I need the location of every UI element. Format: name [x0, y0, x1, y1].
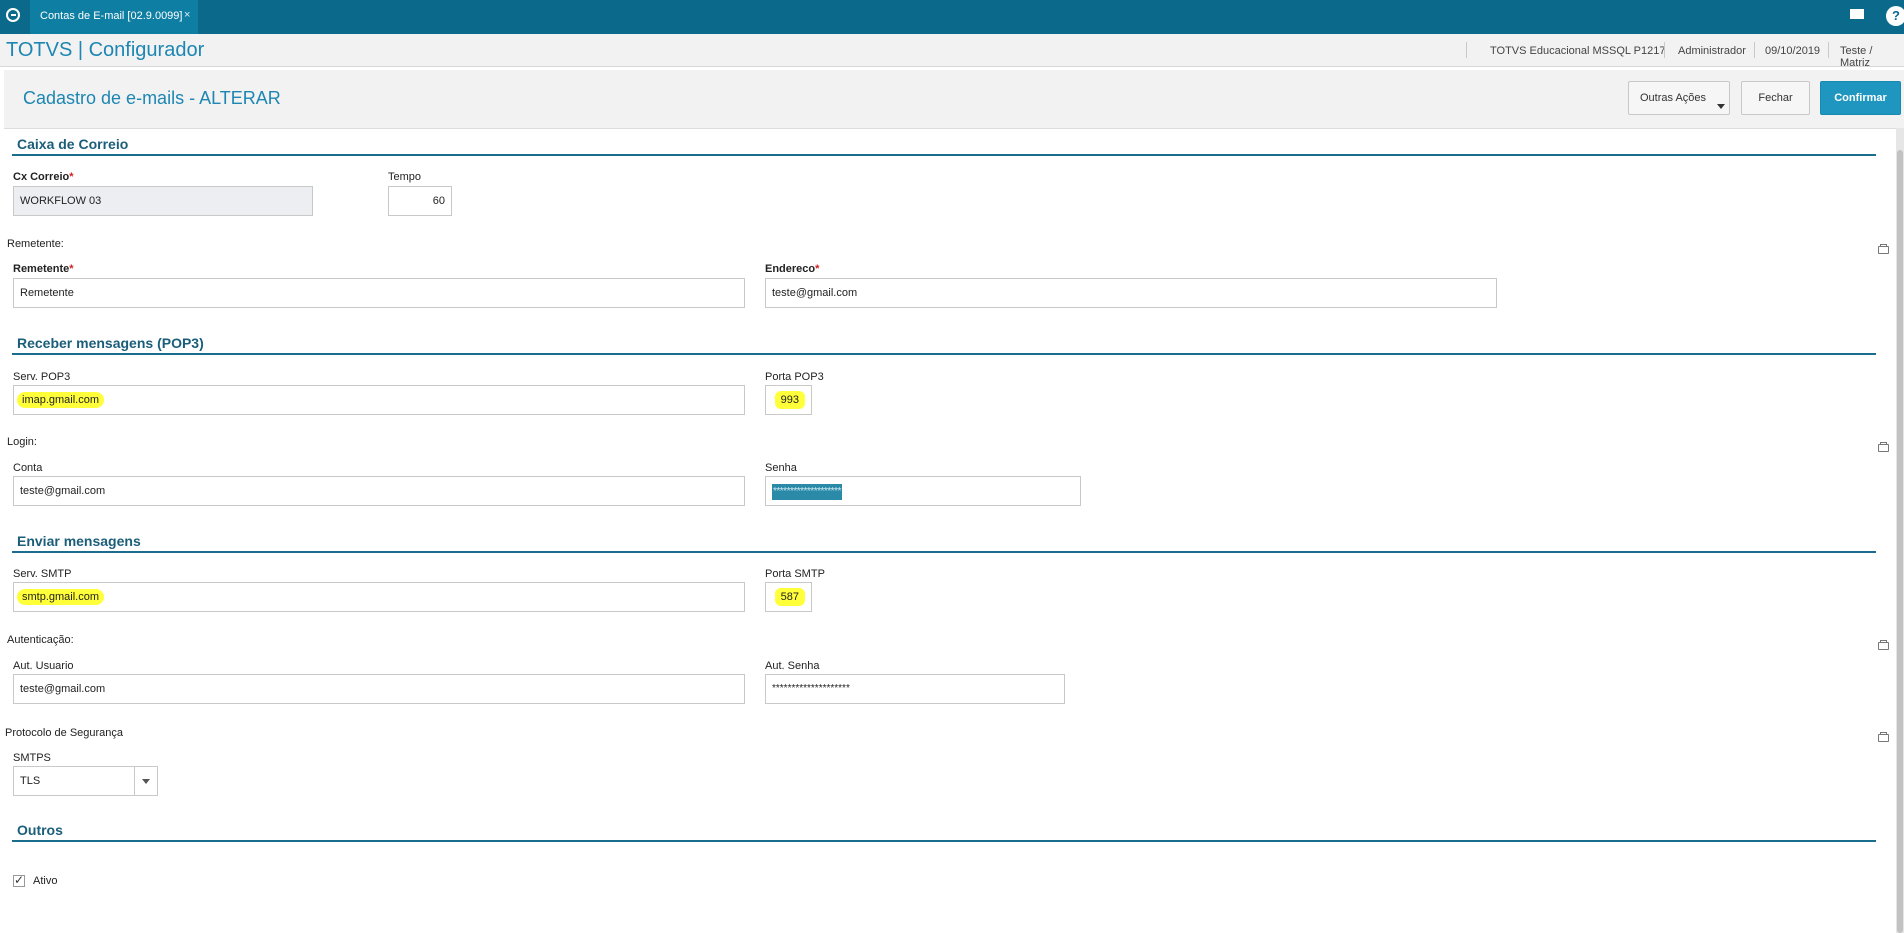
section-title-pop3: Receber mensagens (POP3)	[17, 335, 204, 351]
login-group-label: Login:	[7, 436, 37, 448]
totvs-logo-icon[interactable]	[6, 8, 20, 22]
header-divider	[1754, 42, 1755, 58]
aut-senha-field[interactable]: ********************	[765, 674, 1065, 704]
porta-smtp-value: 587	[774, 588, 805, 606]
serv-smtp-field[interactable]: smtp.gmail.com	[13, 582, 745, 612]
user-label: Administrador	[1678, 45, 1746, 57]
tab-contas-email[interactable]: Contas de E-mail [02.9.0099] ×	[30, 0, 198, 34]
tab-label: Contas de E-mail [02.9.0099]	[40, 10, 183, 22]
conta-field[interactable]: teste@gmail.com	[13, 476, 745, 506]
environment-label: TOTVS Educacional MSSQL P1217	[1490, 45, 1666, 57]
smtps-value: TLS	[20, 775, 41, 787]
top-bar	[0, 0, 1904, 34]
help-icon[interactable]: ?	[1886, 6, 1904, 26]
app-title: TOTVS | Configurador	[6, 39, 205, 61]
serv-pop3-value: imap.gmail.com	[17, 392, 105, 408]
endereco-label: Endereco*	[765, 263, 820, 275]
mail-icon[interactable]	[1850, 9, 1864, 19]
serv-pop3-field[interactable]: imap.gmail.com	[13, 385, 745, 415]
smtps-select[interactable]: TLS	[13, 766, 158, 796]
other-actions-button[interactable]: Outras Ações	[1628, 81, 1730, 115]
confirm-button[interactable]: Confirmar	[1820, 81, 1901, 115]
header-divider	[1828, 42, 1829, 58]
porta-smtp-label: Porta SMTP	[765, 568, 825, 580]
porta-pop3-label: Porta POP3	[765, 371, 824, 383]
header-divider	[1664, 42, 1665, 58]
serv-smtp-value: smtp.gmail.com	[17, 589, 105, 605]
aut-senha-label: Aut. Senha	[765, 660, 820, 672]
porta-smtp-field[interactable]: 587	[765, 582, 812, 612]
chevron-down-icon[interactable]	[134, 767, 157, 795]
print-icon[interactable]	[1878, 640, 1889, 650]
ativo-label: Ativo	[33, 875, 58, 887]
print-icon[interactable]	[1878, 244, 1889, 254]
section-divider	[12, 353, 1876, 355]
close-button[interactable]: Fechar	[1741, 81, 1810, 115]
section-divider	[12, 551, 1876, 553]
senha-field[interactable]: ********************	[765, 476, 1081, 506]
print-icon[interactable]	[1878, 732, 1889, 742]
auth-group-label: Autenticação:	[7, 634, 74, 646]
section-title-smtp: Enviar mensagens	[17, 533, 141, 549]
cx-correio-label: Cx Correio*	[13, 171, 74, 183]
print-icon[interactable]	[1878, 442, 1889, 452]
tempo-field[interactable]: 60	[388, 186, 452, 216]
senha-value: ********************	[772, 484, 842, 500]
page-title-bar	[4, 70, 1904, 129]
cx-correio-field[interactable]: WORKFLOW 03	[13, 186, 313, 216]
endereco-field[interactable]: teste@gmail.com	[765, 278, 1497, 308]
remetente-group-label: Remetente:	[7, 238, 64, 250]
serv-smtp-label: Serv. SMTP	[13, 568, 72, 580]
company-label: Teste / Matriz	[1840, 45, 1873, 69]
section-title-caixa: Caixa de Correio	[17, 136, 129, 152]
tempo-label: Tempo	[388, 171, 422, 183]
serv-pop3-label: Serv. POP3	[13, 371, 71, 383]
conta-label: Conta	[13, 462, 43, 474]
senha-label: Senha	[765, 462, 797, 474]
aut-usuario-field[interactable]: teste@gmail.com	[13, 674, 745, 704]
smtps-label: SMTPS	[13, 752, 51, 764]
porta-pop3-field[interactable]: 993	[765, 385, 812, 415]
aut-usuario-label: Aut. Usuario	[13, 660, 74, 672]
scrollbar-thumb[interactable]	[1897, 150, 1903, 933]
protocolo-group-label: Protocolo de Segurança	[5, 727, 124, 739]
remetente-field[interactable]: Remetente	[13, 278, 745, 308]
date-label: 09/10/2019	[1765, 45, 1821, 57]
remetente-label: Remetente*	[13, 263, 74, 275]
ativo-checkbox[interactable]: ✓	[13, 874, 25, 887]
section-divider	[12, 840, 1876, 842]
chevron-down-icon	[1717, 104, 1725, 109]
page-title: Cadastro de e-mails - ALTERAR	[23, 88, 281, 108]
section-title-outros: Outros	[17, 822, 63, 838]
section-divider	[12, 154, 1876, 156]
other-actions-label: Outras Ações	[1640, 92, 1707, 104]
header-divider	[1466, 42, 1467, 58]
tab-close-icon[interactable]: ×	[184, 9, 190, 21]
porta-pop3-value: 993	[774, 391, 805, 409]
